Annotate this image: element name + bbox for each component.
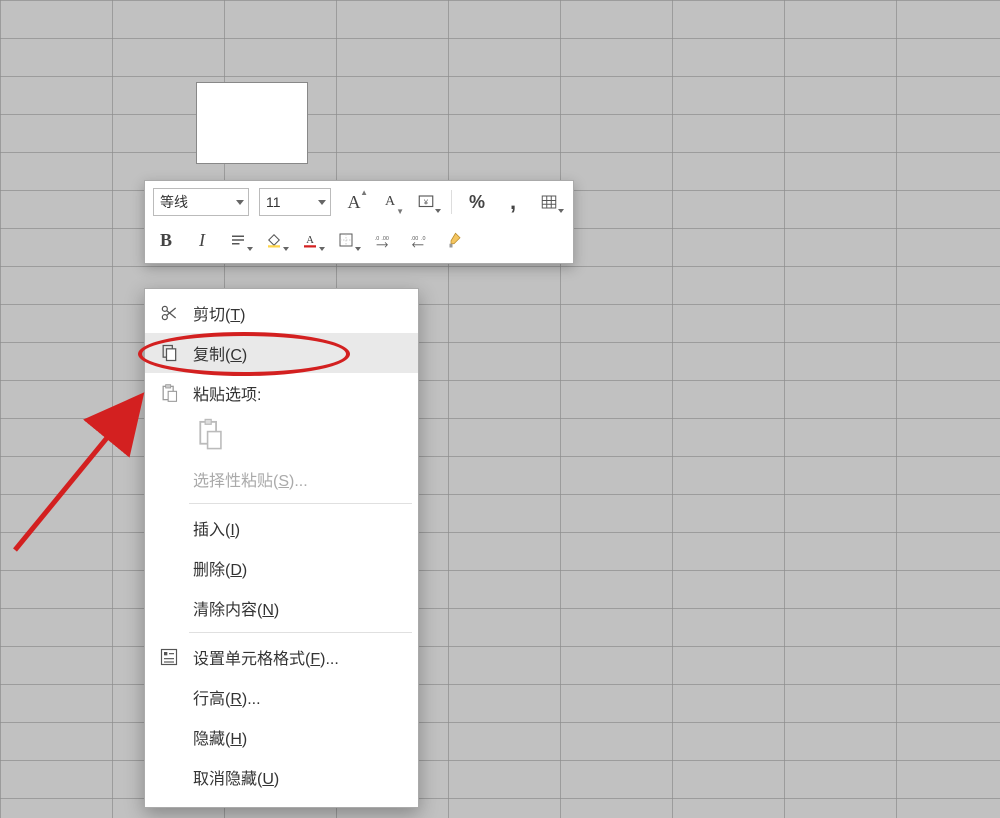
clear-label: 清除内容(N) (193, 596, 279, 620)
comma-style-button[interactable]: , (500, 189, 526, 215)
chevron-down-icon: ▼ (396, 207, 404, 216)
svg-text:.00: .00 (381, 236, 389, 242)
unhide-menu-item[interactable]: 取消隐藏(U) (145, 757, 418, 797)
delete-label: 删除(D) (193, 556, 247, 580)
selected-cell[interactable] (196, 82, 308, 164)
clear-contents-menu-item[interactable]: 清除内容(N) (145, 588, 418, 628)
copy-label: 复制(C) (193, 341, 247, 365)
font-name-combo[interactable]: 等线 (153, 188, 249, 216)
font-name-value: 等线 (160, 192, 188, 212)
chevron-up-icon: ▲ (360, 188, 368, 197)
clipboard-icon (195, 417, 225, 456)
mini-toolbar: 等线 11 A ▲ A ▼ ¥ % , B (144, 180, 574, 264)
decrease-font-button[interactable]: A ▼ (377, 189, 403, 215)
paste-option-values[interactable] (145, 413, 418, 459)
accounting-number-format-button[interactable]: ¥ (413, 189, 439, 215)
svg-text:.0: .0 (421, 236, 426, 242)
percent-style-button[interactable]: % (464, 189, 490, 215)
unhide-label: 取消隐藏(U) (193, 765, 279, 789)
copy-icon (155, 343, 183, 363)
increase-decimal-button[interactable]: .0.00 (369, 227, 395, 253)
chevron-down-icon (318, 200, 326, 205)
paintbrush-icon (445, 231, 463, 249)
format-painter-button[interactable] (441, 227, 467, 253)
scissors-icon (155, 303, 183, 323)
fill-color-button[interactable] (261, 227, 287, 253)
increase-decimal-icon: .0.00 (373, 231, 391, 249)
paste-icon (155, 383, 183, 403)
table-format-button[interactable] (536, 189, 562, 215)
insert-label: 插入(I) (193, 516, 240, 540)
hide-label: 隐藏(H) (193, 725, 247, 749)
menu-separator (189, 632, 412, 633)
svg-text:¥: ¥ (424, 197, 429, 206)
paste-special-menu-item: 选择性粘贴(S)... (145, 459, 418, 499)
cut-label: 剪切(T) (193, 301, 245, 325)
currency-icon: ¥ (417, 193, 435, 211)
percent-icon: % (469, 192, 485, 213)
chevron-down-icon (236, 200, 244, 205)
align-icon (229, 231, 247, 249)
paint-bucket-icon (265, 231, 283, 249)
bold-button[interactable]: B (153, 227, 179, 253)
row-height-menu-item[interactable]: 行高(R)... (145, 677, 418, 717)
format-cells-icon (155, 647, 183, 667)
comma-icon: , (510, 197, 516, 207)
font-color-icon: A (301, 231, 319, 249)
hide-menu-item[interactable]: 隐藏(H) (145, 717, 418, 757)
font-color-button[interactable]: A (297, 227, 323, 253)
row-height-label: 行高(R)... (193, 685, 261, 709)
delete-menu-item[interactable]: 删除(D) (145, 548, 418, 588)
decrease-decimal-button[interactable]: .00.0 (405, 227, 431, 253)
italic-button[interactable]: I (189, 227, 215, 253)
decrease-decimal-icon: .00.0 (409, 231, 427, 249)
borders-button[interactable] (333, 227, 359, 253)
font-size-combo[interactable]: 11 (259, 188, 331, 216)
align-button[interactable] (225, 227, 251, 253)
insert-menu-item[interactable]: 插入(I) (145, 508, 418, 548)
svg-text:.00: .00 (411, 236, 419, 242)
table-icon (540, 193, 558, 211)
borders-icon (337, 231, 355, 249)
menu-separator (189, 503, 412, 504)
font-size-value: 11 (266, 194, 281, 210)
context-menu: 剪切(T) 复制(C) 粘贴选项: 选择性粘贴(S)... 插入(I) 删除(D… (144, 288, 419, 808)
format-cells-label: 设置单元格格式(F)... (193, 645, 339, 669)
copy-menu-item[interactable]: 复制(C) (145, 333, 418, 373)
increase-font-button[interactable]: A ▲ (341, 189, 367, 215)
svg-text:A: A (306, 235, 314, 246)
paste-special-label: 选择性粘贴(S)... (193, 467, 308, 491)
cut-menu-item[interactable]: 剪切(T) (145, 293, 418, 333)
format-cells-menu-item[interactable]: 设置单元格格式(F)... (145, 637, 418, 677)
paste-options-label: 粘贴选项: (193, 381, 261, 405)
svg-text:.0: .0 (375, 236, 380, 242)
paste-options-header: 粘贴选项: (145, 373, 418, 413)
